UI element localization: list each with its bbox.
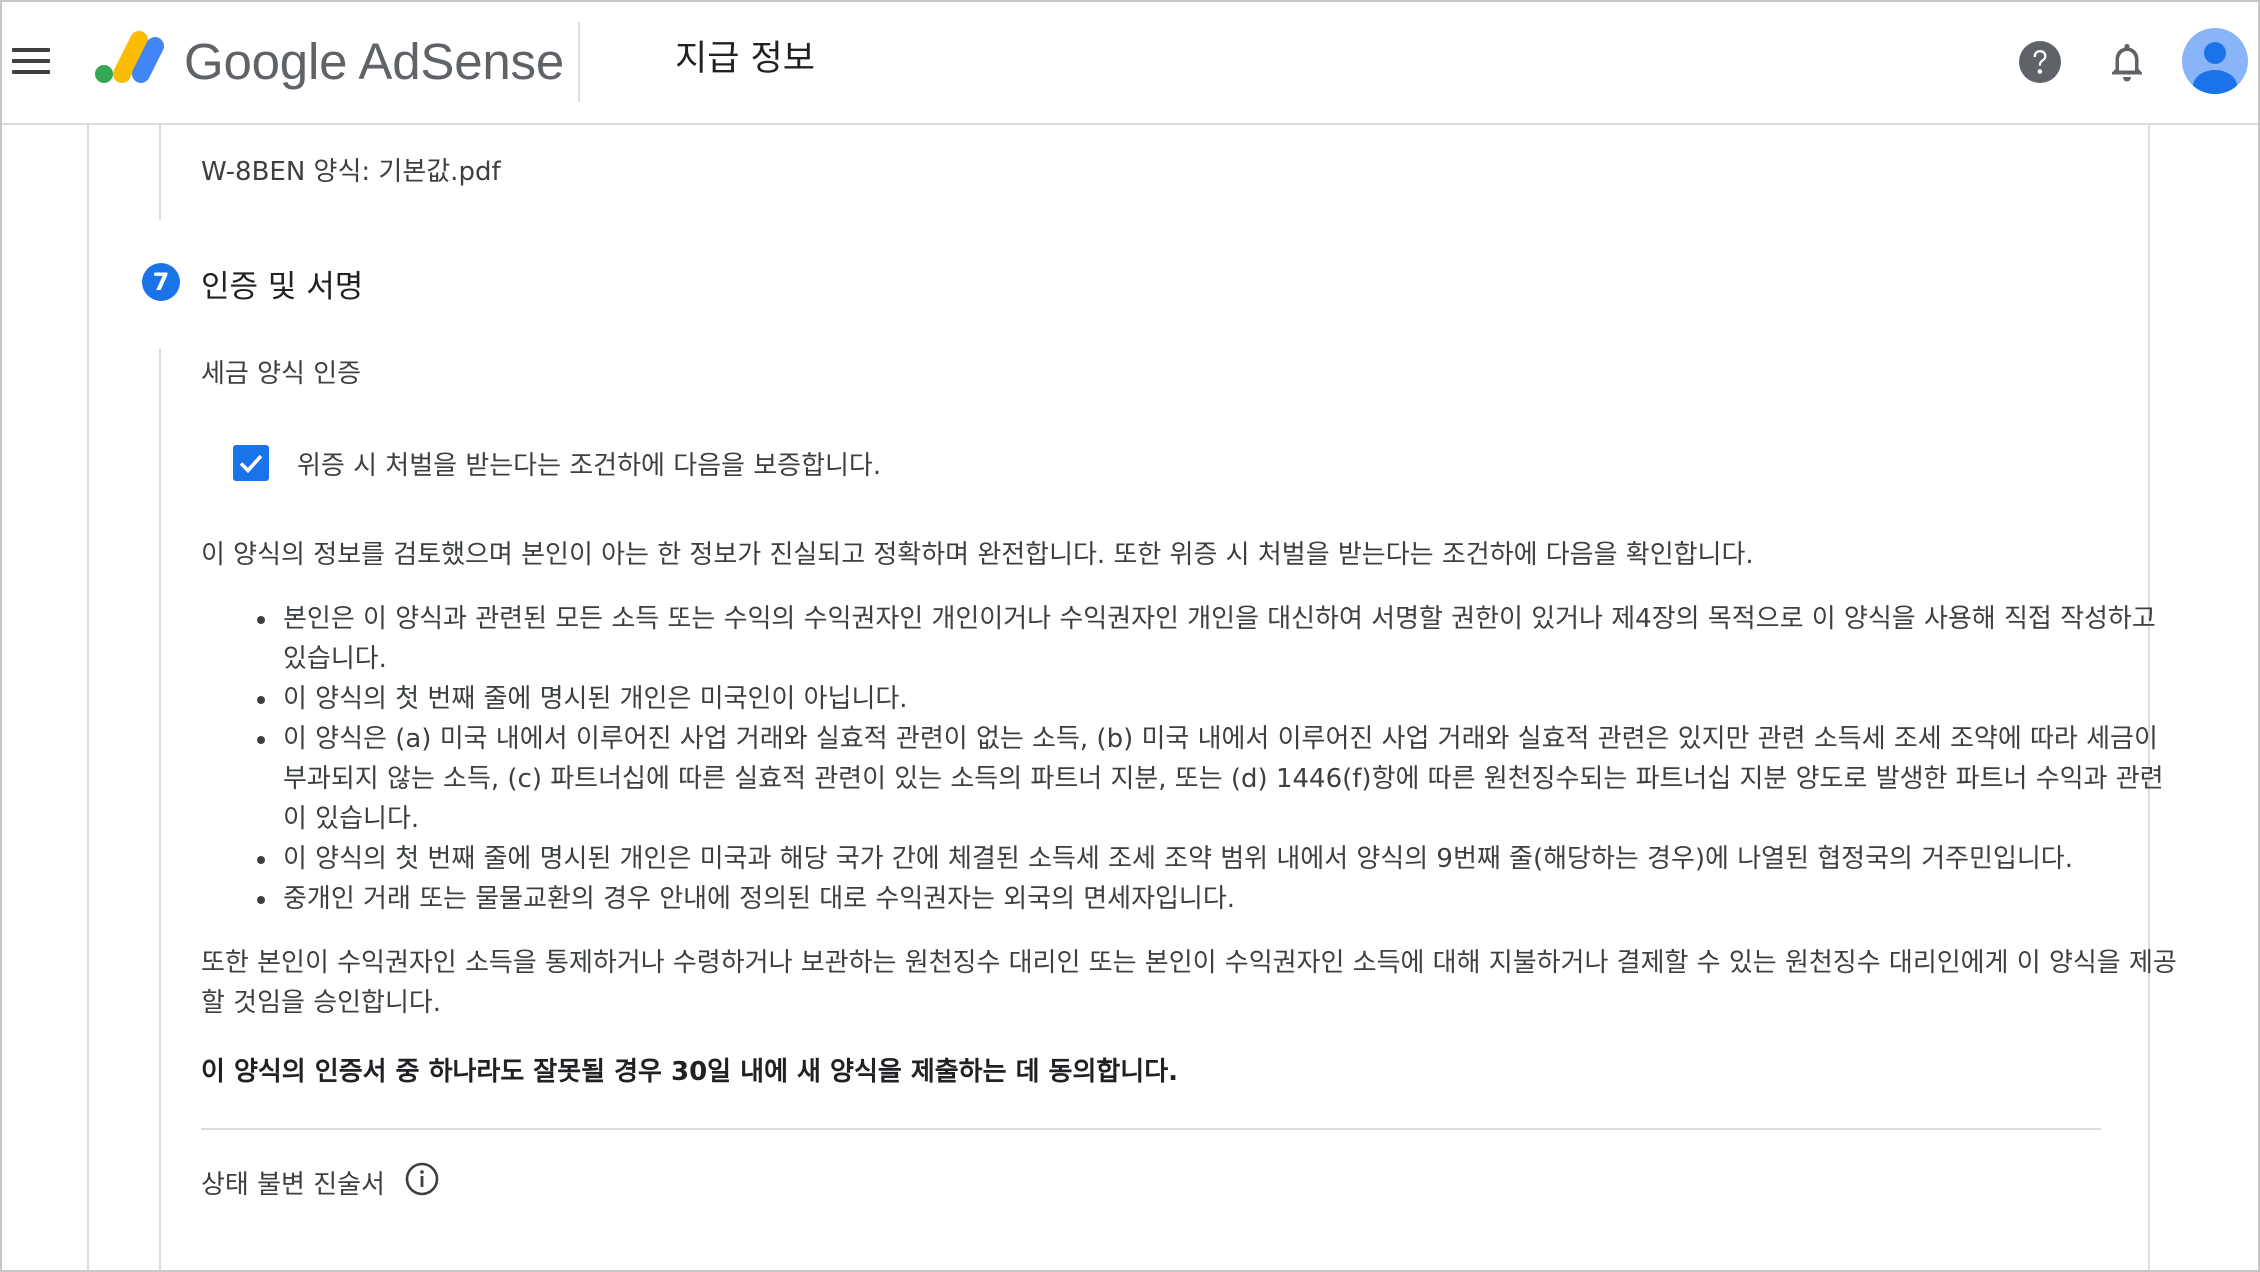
consent-paragraph: 또한 본인이 수익권자인 소득을 통제하거나 수령하거나 보관하는 원천징수 대… xyxy=(201,948,2177,1018)
certification-list: 본인은 이 양식과 관련된 모든 소득 또는 수익의 수익권자인 개인이거나 수… xyxy=(257,599,2187,919)
menu-icon[interactable] xyxy=(12,46,52,76)
help-icon[interactable] xyxy=(2018,40,2062,84)
step-connector xyxy=(159,125,161,220)
account-avatar[interactable] xyxy=(2182,28,2248,94)
uploaded-file-name: W-8BEN 양식: 기본값.pdf xyxy=(201,157,501,187)
list-item: 이 양식은 (a) 미국 내에서 이루어진 사업 거래와 실효적 관련이 없는 … xyxy=(257,719,2187,839)
section-divider xyxy=(201,1128,2101,1130)
list-item: 중개인 거래 또는 물물교환의 경우 안내에 정의된 대로 수익권자는 외국의 … xyxy=(257,879,2187,919)
certify-checkbox-label[interactable]: 위증 시 처벌을 받는다는 조건하에 다음을 보증합니다. xyxy=(297,445,881,482)
status-statement-heading: 상태 불변 진술서 xyxy=(201,1170,385,1200)
header-divider xyxy=(578,22,580,102)
list-item: 이 양식의 첫 번째 줄에 명시된 개인은 미국인이 아닙니다. xyxy=(257,679,2187,719)
step-connector xyxy=(159,349,161,1270)
bell-icon[interactable] xyxy=(2107,40,2147,84)
agreement-statement: 이 양식의 인증서 중 하나라도 잘못될 경우 30일 내에 새 양식을 제출하… xyxy=(201,1057,1179,1087)
form-card: W-8BEN 양식: 기본값.pdf 7 인증 및 서명 세금 양식 인증 위증… xyxy=(87,125,2177,1270)
step-number-badge: 7 xyxy=(142,263,180,301)
certification-intro: 이 양식의 정보를 검토했으며 본인이 아는 한 정보가 진실되고 정확하며 완… xyxy=(201,540,1754,570)
adsense-logo-icon[interactable] xyxy=(92,26,164,88)
certify-checkbox[interactable] xyxy=(233,445,269,481)
info-icon[interactable] xyxy=(405,1162,439,1196)
page-title: 지급 정보 xyxy=(675,39,815,79)
top-app-bar: Google AdSense 지급 정보 xyxy=(2,2,2258,125)
step-title: 인증 및 서명 xyxy=(201,269,364,305)
list-item: 이 양식의 첫 번째 줄에 명시된 개인은 미국과 해당 국가 간에 체결된 소… xyxy=(257,839,2187,879)
app-window: Google AdSense 지급 정보 W-8BEN 양식: 기본값.pdf … xyxy=(0,0,2260,1272)
brand-name[interactable]: Google AdSense xyxy=(184,30,564,94)
checkmark-icon xyxy=(239,454,263,474)
list-item: 본인은 이 양식과 관련된 모든 소득 또는 수익의 수익권자인 개인이거나 수… xyxy=(257,599,2187,679)
section-heading: 세금 양식 인증 xyxy=(201,359,362,389)
